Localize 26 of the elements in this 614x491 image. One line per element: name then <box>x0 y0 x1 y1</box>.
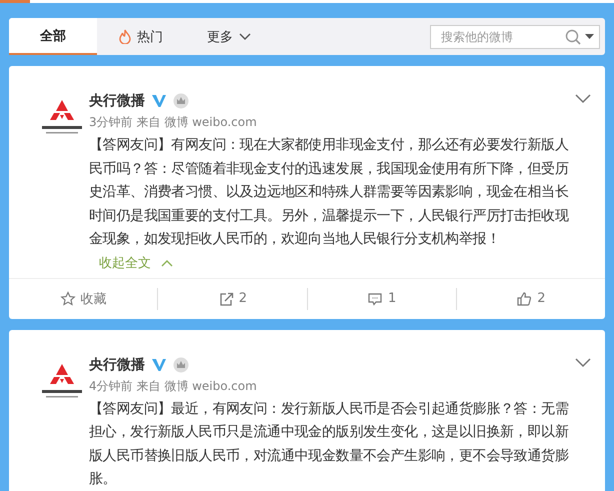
chevron-down-icon <box>239 32 251 40</box>
tab[interactable]: 全部 <box>9 18 97 55</box>
crown-badge-icon <box>173 93 189 109</box>
post-meta: 4分钟前 来自 微博 weibo.com <box>89 378 258 394</box>
chevron-down-icon[interactable] <box>575 94 591 104</box>
action-button[interactable]: 2 <box>456 288 605 310</box>
star-icon <box>60 290 76 306</box>
flame-icon <box>119 29 131 44</box>
post-meta: 3分钟前 来自 微博 weibo.com <box>89 114 258 131</box>
chevron-up-icon <box>161 258 173 266</box>
tab[interactable]: 热门 <box>97 18 185 55</box>
tab[interactable]: 更多 <box>185 18 273 55</box>
dropdown-caret-icon[interactable] <box>585 34 594 40</box>
post-text: 【答网友问】有网友问：现在大家都使用非现金支付，那么还有必要发行新版人民币吗？答：尽管随着非现金支付的迅速发展，我国现金使用有所下降，但受历史沿革、消费者习惯、以及边远地区和特殊人群需要等因素影响，现金在相当长时间仍是我国重要的支付工具。另外，温馨提示一下，人民银行严厉打击拒收现金现象，如发现拒收人民币的，欢迎向当地人民银行分支机构举报！ <box>89 136 570 249</box>
share-icon <box>218 290 234 306</box>
thumbs-up-icon <box>516 290 532 306</box>
crown-badge-icon <box>173 356 189 372</box>
search-field[interactable]: 搜索他的微博 <box>430 24 600 48</box>
comment-icon <box>366 290 383 306</box>
author-name[interactable]: 央行微播 <box>89 92 145 110</box>
action-button[interactable]: 2 <box>157 288 306 310</box>
action-button[interactable]: 1 <box>306 288 456 310</box>
post-text: 【答网友问】最近，有网友问：发行新版人民币是否会引起通货膨胀？答：无需担心，发行新版人民币只是流通中现金的版别发生变化，这是以旧换新，即以新版人民币替换旧版人民币，对流通中现金数量不会产生影响，更不会导致通货膨胀。 <box>89 400 570 489</box>
chevron-down-icon[interactable] <box>575 358 591 368</box>
author-name[interactable]: 央行微播 <box>89 356 145 374</box>
action-button[interactable]: 收藏 <box>9 288 158 310</box>
